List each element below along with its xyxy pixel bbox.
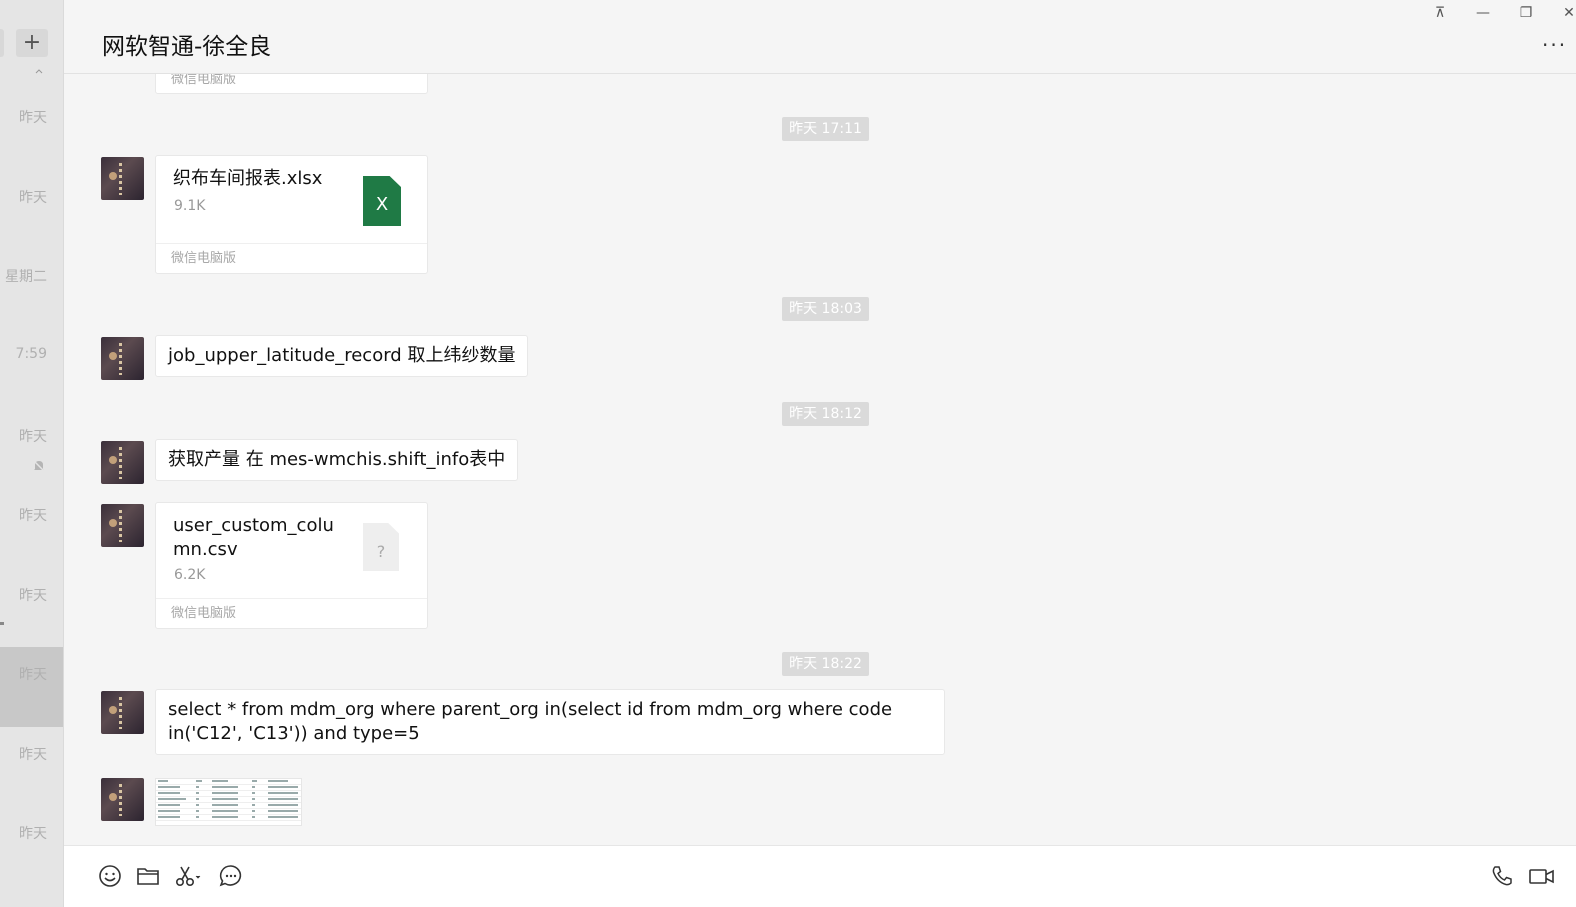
session-time: 昨天 [19, 588, 47, 604]
avatar[interactable] [101, 337, 144, 380]
video-icon[interactable] [1528, 864, 1556, 888]
avatar[interactable] [101, 778, 144, 821]
timestamp: 昨天 18:22 [782, 652, 869, 676]
file-message-card[interactable]: 织布车间报表.xlsx 9.1K X 微信电脑版 [155, 155, 428, 274]
message-list[interactable]: 微信电脑版 昨天 17:11 织布车间报表.xlsx 9.1K X 微信电脑版 … [64, 74, 1576, 845]
file-name: user_custom_column.csv [173, 515, 334, 560]
avatar[interactable] [101, 504, 144, 547]
chevron-up-icon [35, 69, 43, 74]
session-time: 昨天 [19, 190, 47, 206]
mute-bell-icon [32, 459, 46, 473]
session-list-sidebar: + 昨天 昨天 星期二 7:59 昨天 昨天 昨天 昨天 昨天 昨天 [0, 0, 64, 907]
phone-icon[interactable] [1490, 864, 1514, 888]
timestamp: 昨天 17:11 [782, 117, 869, 141]
image-message-thumbnail[interactable] [155, 778, 302, 826]
close-button[interactable]: ✕ [1559, 5, 1576, 21]
session-item-active[interactable] [0, 647, 63, 727]
unknown-file-icon: ? [363, 523, 399, 571]
pin-icon[interactable]: ⊼ [1430, 5, 1450, 21]
scissors-icon[interactable] [174, 864, 204, 888]
session-time: 昨天 [19, 667, 47, 683]
text-message[interactable]: 获取产量 在 mes-wmchis.shift_info表中 [155, 439, 519, 481]
session-time: 昨天 [19, 429, 47, 445]
avatar[interactable] [101, 441, 144, 484]
timestamp: 昨天 18:03 [782, 297, 869, 321]
avatar[interactable] [101, 157, 144, 200]
session-time: 昨天 [19, 826, 47, 842]
file-size: 6.2K [174, 567, 206, 583]
file-name: 织布车间报表.xlsx [173, 168, 323, 189]
card-footer: 微信电脑版 [156, 598, 427, 628]
card-footer: 微信电脑版 [156, 243, 427, 273]
text-message[interactable]: select * from mdm_org where parent_org i… [155, 689, 945, 755]
file-size: 9.1K [174, 198, 206, 214]
chat-title: 网软智通-徐全良 [102, 34, 272, 60]
session-time: 昨天 [19, 747, 47, 763]
more-options-button[interactable]: ··· [1542, 33, 1567, 57]
session-time: 昨天 [19, 508, 47, 524]
file-message-card[interactable]: user_custom_column.csv 6.2K ? 微信电脑版 [155, 502, 428, 629]
minimize-button[interactable]: — [1473, 5, 1493, 21]
add-chat-button[interactable]: + [16, 29, 48, 57]
folder-icon[interactable] [136, 864, 160, 888]
divider [0, 622, 4, 625]
file-message-card[interactable]: 微信电脑版 [155, 74, 428, 94]
session-time: 7:59 [15, 346, 47, 362]
timestamp: 昨天 18:12 [782, 402, 869, 426]
avatar[interactable] [101, 691, 144, 734]
excel-icon: X [363, 176, 401, 226]
session-time: 昨天 [19, 110, 47, 126]
session-time: 星期二 [5, 269, 47, 285]
restore-button[interactable]: ❐ [1516, 5, 1536, 21]
card-footer: 微信电脑版 [171, 74, 237, 87]
chat-header: 网软智通-徐全良 ⊼ — ❐ ✕ ··· [64, 0, 1576, 74]
chat-history-icon[interactable] [219, 864, 243, 888]
emoji-icon[interactable] [98, 864, 122, 888]
search-box-edge[interactable] [0, 29, 4, 57]
text-message[interactable]: job_upper_latitude_record 取上纬纱数量 [155, 335, 529, 377]
input-toolbar [64, 845, 1576, 907]
